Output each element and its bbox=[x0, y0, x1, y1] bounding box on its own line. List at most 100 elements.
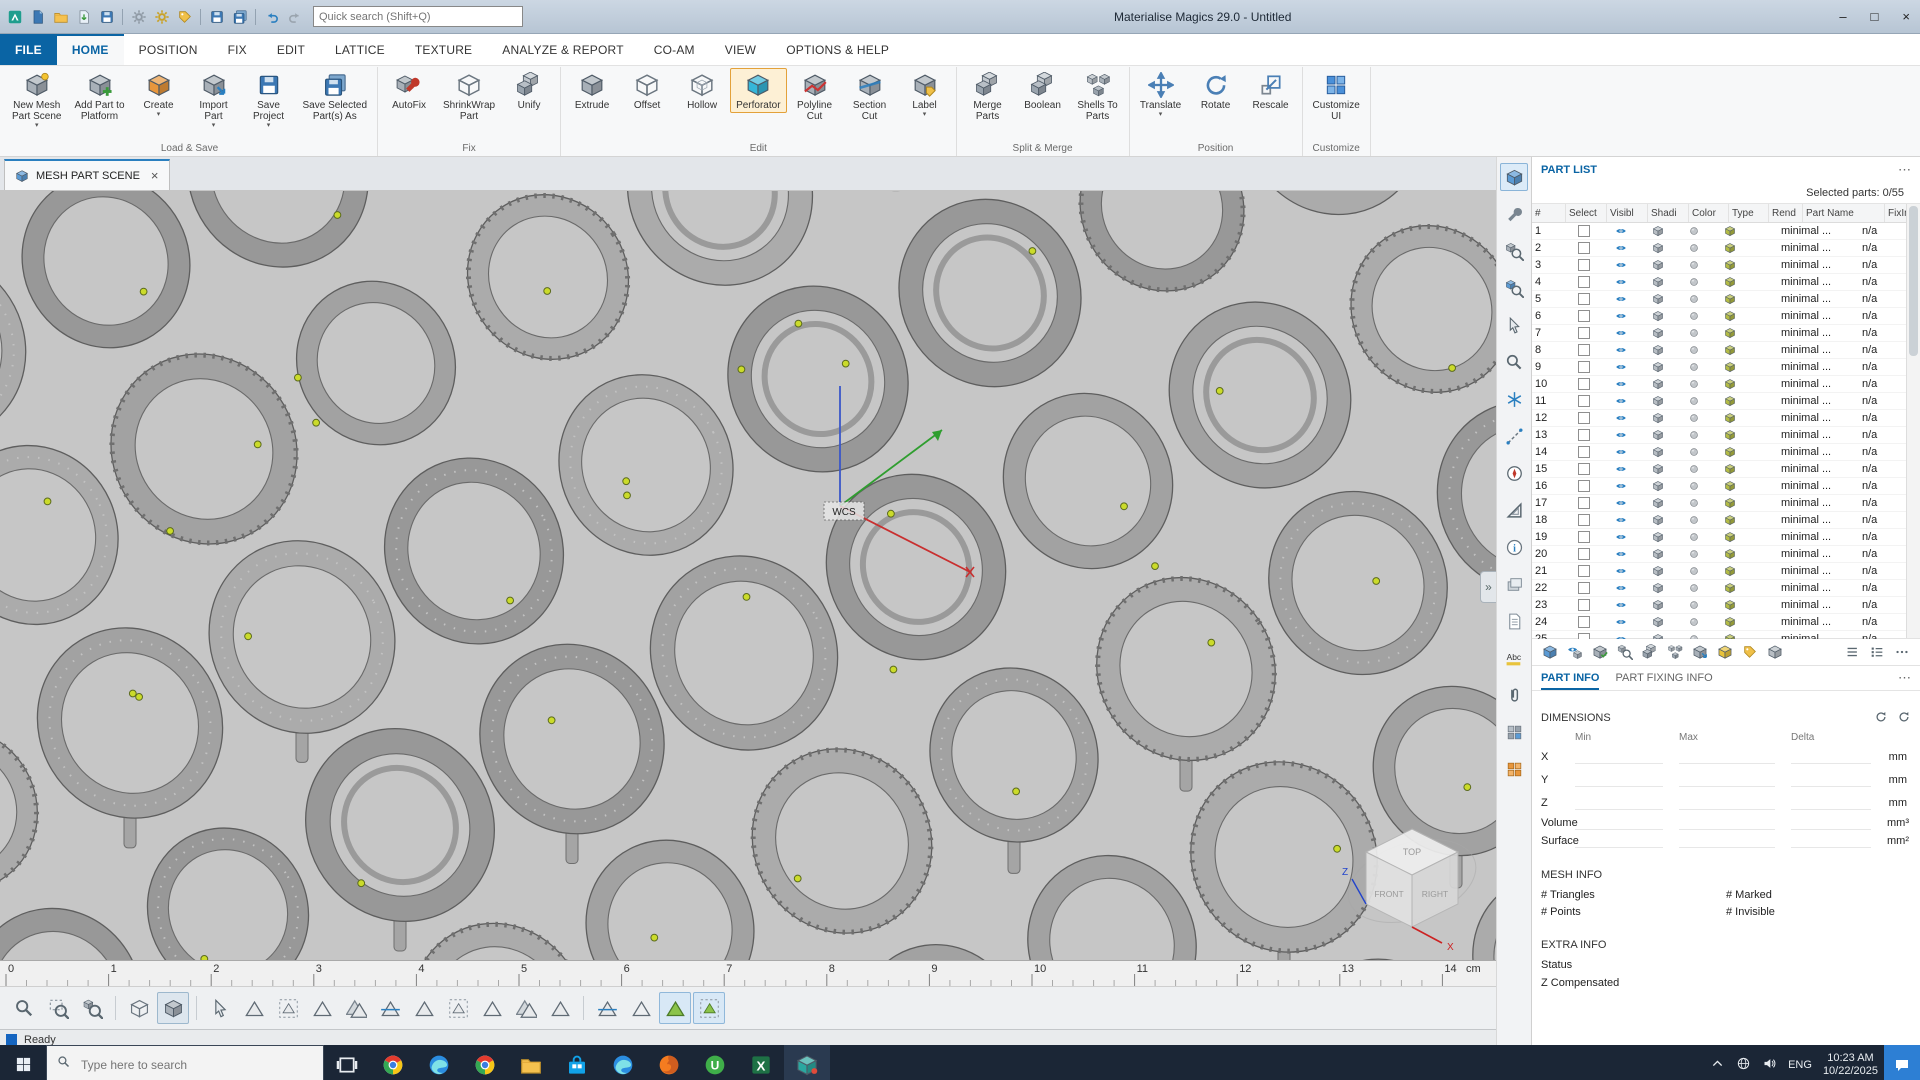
duplicate-part-icon[interactable] bbox=[1639, 641, 1661, 663]
table-row[interactable]: 1 minimal ... n/a bbox=[1532, 223, 1920, 240]
shrink-selection-button[interactable] bbox=[510, 992, 542, 1024]
color-sphere-icon[interactable] bbox=[1676, 274, 1712, 290]
shading-cube-icon[interactable] bbox=[1639, 631, 1676, 639]
quick-search-input[interactable] bbox=[314, 10, 522, 23]
type-cube-icon[interactable] bbox=[1712, 563, 1748, 579]
table-row[interactable]: 2 minimal ... n/a bbox=[1532, 240, 1920, 257]
type-cube-icon[interactable] bbox=[1712, 223, 1748, 239]
pointer-select-button[interactable] bbox=[204, 992, 236, 1024]
type-cube-icon[interactable] bbox=[1712, 393, 1748, 409]
minimize-button[interactable]: – bbox=[1839, 9, 1846, 24]
label-part-icon[interactable] bbox=[1739, 641, 1761, 663]
menu-analyze-report[interactable]: ANALYZE & REPORT bbox=[487, 34, 638, 65]
taskbar-app-microsoft-store[interactable] bbox=[554, 1045, 600, 1080]
menu-fix[interactable]: FIX bbox=[213, 34, 262, 65]
menu-texture[interactable]: TEXTURE bbox=[400, 34, 487, 65]
list-view-icon[interactable] bbox=[1841, 641, 1863, 663]
zoom-part-icon[interactable] bbox=[1500, 274, 1528, 302]
highlight-part-icon[interactable] bbox=[1714, 641, 1736, 663]
table-row[interactable]: 6 minimal ... n/a bbox=[1532, 308, 1920, 325]
table-row[interactable]: 18 minimal ... n/a bbox=[1532, 512, 1920, 529]
viewport-3d[interactable]: WCS TOP FRONT RIGHT X Z » bbox=[0, 191, 1496, 960]
taskbar-app-firefox[interactable] bbox=[646, 1045, 692, 1080]
color-sphere-icon[interactable] bbox=[1676, 308, 1712, 324]
import-part-quick-icon[interactable] bbox=[73, 6, 94, 27]
mark-triangle-button[interactable] bbox=[238, 992, 270, 1024]
select-checkbox[interactable] bbox=[1577, 395, 1590, 407]
select-checkbox[interactable] bbox=[1577, 310, 1590, 322]
select-checkbox[interactable] bbox=[1577, 446, 1590, 458]
mark-window-button[interactable] bbox=[272, 992, 304, 1024]
section-cut-button[interactable]: Section Cut bbox=[843, 68, 897, 124]
refresh-dimensions-icon[interactable] bbox=[1874, 710, 1888, 727]
table-row[interactable]: 5 minimal ... n/a bbox=[1532, 291, 1920, 308]
create-button[interactable]: Create ▾ bbox=[132, 68, 186, 120]
import-part-button[interactable]: Import Part ▾ bbox=[187, 68, 241, 131]
refresh-all-icon[interactable] bbox=[1897, 710, 1911, 727]
color-sphere-icon[interactable] bbox=[1676, 427, 1712, 443]
rescale-button[interactable]: Rescale bbox=[1244, 68, 1298, 113]
type-cube-icon[interactable] bbox=[1712, 444, 1748, 460]
color-sphere-icon[interactable] bbox=[1676, 580, 1712, 596]
table-row[interactable]: 17 minimal ... n/a bbox=[1532, 495, 1920, 512]
type-cube-icon[interactable] bbox=[1712, 376, 1748, 392]
visibility-eye-icon[interactable] bbox=[1602, 376, 1639, 392]
select-checkbox[interactable] bbox=[1577, 344, 1590, 356]
type-cube-icon[interactable] bbox=[1712, 257, 1748, 273]
shading-cube-icon[interactable] bbox=[1639, 257, 1676, 273]
select-checkbox[interactable] bbox=[1577, 599, 1590, 611]
extrude-button[interactable]: Extrude bbox=[565, 68, 619, 113]
type-cube-icon[interactable] bbox=[1712, 274, 1748, 290]
autofix-button[interactable]: AutoFix bbox=[382, 68, 436, 113]
type-cube-icon[interactable] bbox=[1712, 342, 1748, 358]
visibility-eye-icon[interactable] bbox=[1602, 444, 1639, 460]
visibility-eye-icon[interactable] bbox=[1602, 461, 1639, 477]
zoom-scene-icon[interactable] bbox=[1500, 237, 1528, 265]
visibility-eye-icon[interactable] bbox=[1602, 325, 1639, 341]
tray-language[interactable]: ENG bbox=[1788, 1059, 1812, 1071]
color-sphere-icon[interactable] bbox=[1676, 631, 1712, 639]
table-row[interactable]: 19 minimal ... n/a bbox=[1532, 529, 1920, 546]
support-generation-icon[interactable] bbox=[151, 6, 172, 27]
shells-to-parts-button[interactable]: Shells To Parts bbox=[1071, 68, 1125, 124]
list-menu-icon[interactable] bbox=[1891, 641, 1913, 663]
shading-cube-icon[interactable] bbox=[1639, 563, 1676, 579]
zoom-button[interactable] bbox=[8, 992, 40, 1024]
visibility-eye-icon[interactable] bbox=[1602, 308, 1639, 324]
view-part-icon[interactable] bbox=[1500, 348, 1528, 376]
app-logo-icon[interactable] bbox=[4, 6, 25, 27]
attachments-icon[interactable] bbox=[1500, 681, 1528, 709]
visibility-eye-icon[interactable] bbox=[1602, 257, 1639, 273]
visibility-eye-icon[interactable] bbox=[1602, 223, 1639, 239]
color-sphere-icon[interactable] bbox=[1676, 359, 1712, 375]
table-row[interactable]: 22 minimal ... n/a bbox=[1532, 580, 1920, 597]
taskbar-app-ubuntu[interactable]: U bbox=[692, 1045, 738, 1080]
visibility-eye-icon[interactable] bbox=[1602, 478, 1639, 494]
offset-button[interactable]: Offset bbox=[620, 68, 674, 113]
type-cube-icon[interactable] bbox=[1712, 427, 1748, 443]
shading-cube-icon[interactable] bbox=[1639, 614, 1676, 630]
shading-cube-icon[interactable] bbox=[1639, 461, 1676, 477]
shading-cube-icon[interactable] bbox=[1639, 444, 1676, 460]
snap-points-icon[interactable] bbox=[1500, 385, 1528, 413]
visibility-eye-icon[interactable] bbox=[1602, 240, 1639, 256]
color-sphere-icon[interactable] bbox=[1676, 393, 1712, 409]
column-header-#[interactable]: # bbox=[1532, 204, 1566, 222]
select-checkbox[interactable] bbox=[1577, 327, 1590, 339]
remove-part-icon[interactable] bbox=[1764, 641, 1786, 663]
table-row[interactable]: 16 minimal ... n/a bbox=[1532, 478, 1920, 495]
select-checkbox[interactable] bbox=[1577, 565, 1590, 577]
unmark-all-button[interactable] bbox=[693, 992, 725, 1024]
select-all-parts-icon[interactable] bbox=[1539, 641, 1561, 663]
label-button[interactable]: Label ▾ bbox=[898, 68, 952, 120]
close-button[interactable]: × bbox=[1902, 9, 1910, 24]
select-checkbox[interactable] bbox=[1577, 293, 1590, 305]
taskbar-app-chrome[interactable] bbox=[370, 1045, 416, 1080]
shading-cube-icon[interactable] bbox=[1639, 597, 1676, 613]
notification-tile[interactable] bbox=[1884, 1045, 1920, 1080]
unify-button[interactable]: Unify bbox=[502, 68, 556, 113]
table-row[interactable]: 20 minimal ... n/a bbox=[1532, 546, 1920, 563]
type-cube-icon[interactable] bbox=[1712, 308, 1748, 324]
type-cube-icon[interactable] bbox=[1712, 546, 1748, 562]
boolean-button[interactable]: Boolean bbox=[1016, 68, 1070, 113]
